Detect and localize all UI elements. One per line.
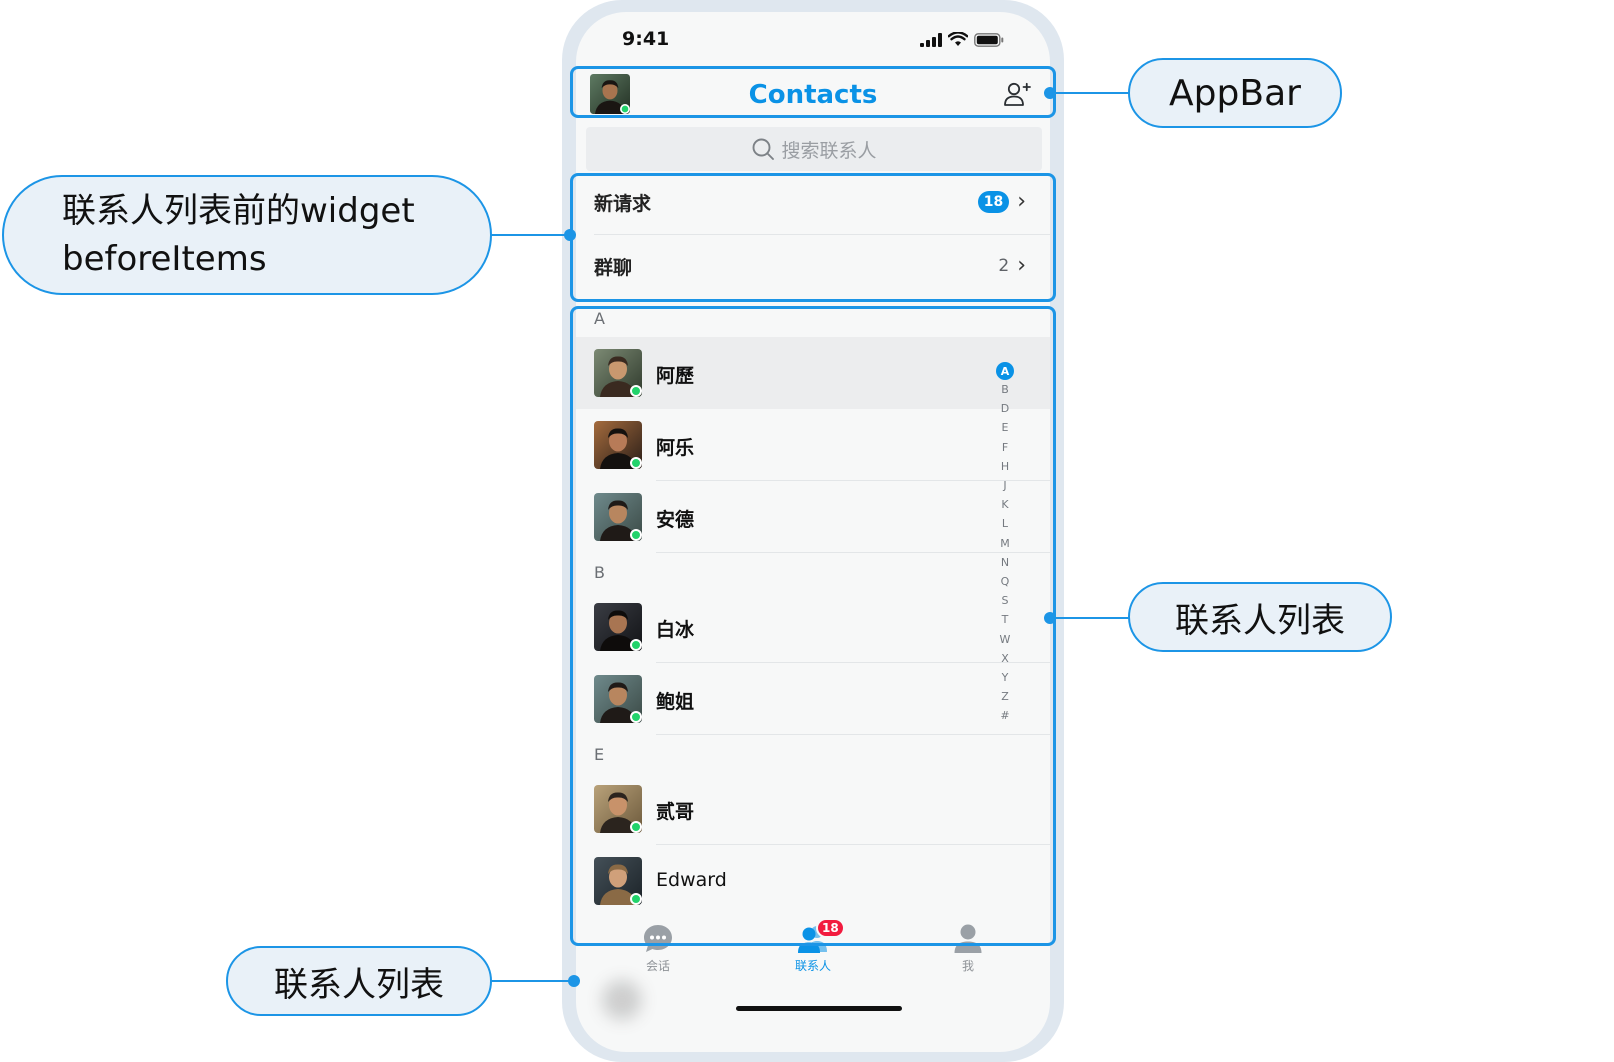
callout-bottom: 联系人列表 — [226, 946, 492, 1016]
nav-label: 会话 — [645, 959, 670, 973]
home-indicator — [736, 1006, 902, 1011]
nav-label: 我 — [961, 959, 974, 973]
status-bar: 9:41 — [576, 12, 1050, 68]
contact-list-highlight — [570, 306, 1056, 946]
callout-dot — [564, 229, 576, 241]
callout-contact-list-text: 联系人列表 — [1175, 600, 1345, 641]
callout-before-items: 联系人列表前的widget beforeItems — [2, 175, 492, 295]
wifi-icon — [948, 32, 968, 46]
before-items-highlight — [570, 173, 1056, 302]
callout-connector — [490, 234, 570, 236]
callout-appbar: AppBar — [1128, 58, 1342, 128]
status-time: 9:41 — [622, 28, 670, 50]
callout-contact-list: 联系人列表 — [1128, 582, 1392, 652]
search-input[interactable]: 搜索联系人 — [586, 127, 1042, 171]
callout-connector — [1050, 617, 1130, 619]
battery-icon — [974, 32, 1004, 47]
appbar-highlight — [570, 66, 1056, 118]
search-icon — [753, 138, 775, 160]
callout-line: beforeItems — [62, 239, 267, 279]
status-icons — [920, 32, 1004, 47]
callout-appbar-text: AppBar — [1169, 72, 1301, 114]
callout-bottom-text: 联系人列表 — [274, 964, 444, 1005]
callout-dot — [1044, 612, 1056, 624]
signal-icon — [920, 32, 942, 47]
callout-before-items-text: 联系人列表前的widget beforeItems — [62, 187, 415, 283]
callout-dot — [568, 975, 580, 987]
callout-connector — [1050, 92, 1130, 94]
nav-label: 联系人 — [794, 959, 831, 973]
search-placeholder: 搜索联系人 — [781, 139, 877, 162]
callout-connector — [490, 980, 574, 982]
blurred-background — [602, 980, 712, 1020]
callout-dot — [1044, 87, 1056, 99]
callout-line: 联系人列表前的widget — [62, 191, 415, 231]
